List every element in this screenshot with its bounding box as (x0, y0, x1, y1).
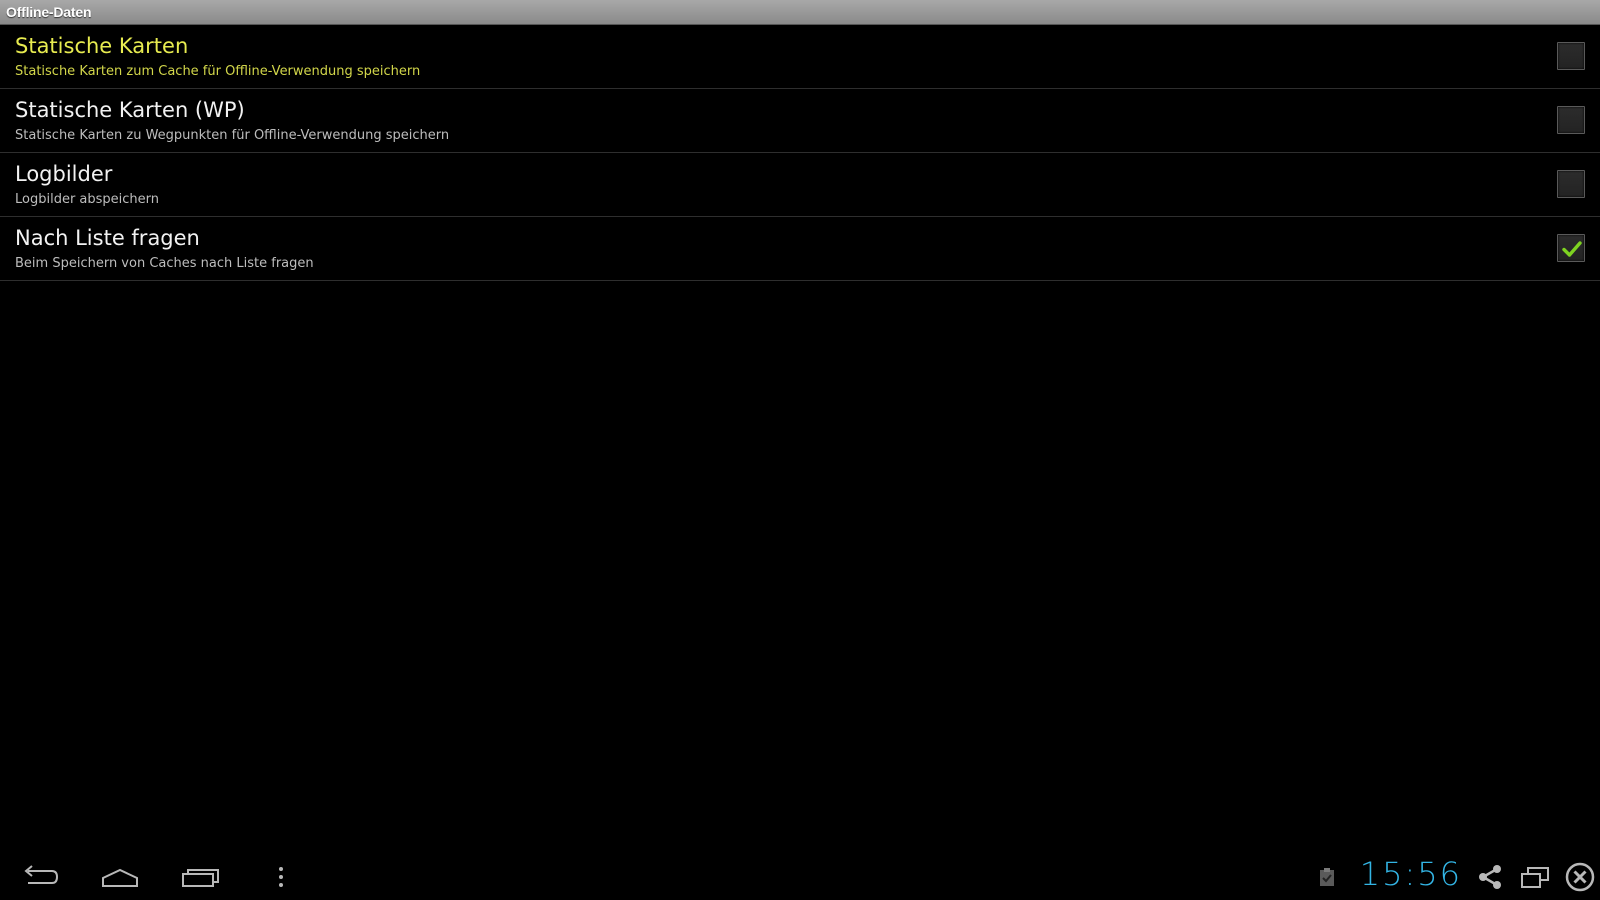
pref-item-static-maps-waypoints[interactable]: Statische Karten (WP) Statische Karten z… (0, 89, 1600, 153)
status-clock: 15:56 (1359, 855, 1462, 893)
close-circle-icon (1565, 862, 1595, 892)
window-title: Offline-Daten (6, 4, 92, 20)
pref-summary: Statische Karten zu Wegpunkten für Offli… (15, 128, 450, 143)
title-bar: Offline-Daten (0, 0, 1600, 25)
back-button[interactable] (12, 860, 68, 894)
pref-title: Nach Liste fragen (15, 226, 200, 250)
menu-overflow-icon (279, 867, 283, 887)
pref-summary: Beim Speichern von Caches nach Liste fra… (15, 256, 314, 271)
static-maps-checkbox[interactable] (1557, 42, 1585, 70)
home-button[interactable] (92, 860, 148, 894)
pref-summary: Logbilder abspeichern (15, 192, 160, 207)
pref-title: Statische Karten (WP) (15, 98, 245, 122)
close-app-button[interactable] (1565, 862, 1595, 892)
pref-title: Logbilder (15, 162, 113, 186)
recent-apps-icon (182, 869, 219, 887)
checkmark-icon (1562, 241, 1582, 257)
ask-for-list-checkbox[interactable] (1557, 234, 1585, 262)
static-maps-waypoints-checkbox[interactable] (1557, 106, 1585, 134)
preferences-list: Statische Karten Statische Karten zum Ca… (0, 25, 1600, 281)
recent-apps-button[interactable] (172, 860, 228, 894)
pref-title: Statische Karten (15, 34, 189, 58)
back-icon (24, 865, 59, 884)
window-resize-icon (1521, 867, 1549, 888)
log-images-checkbox[interactable] (1557, 170, 1585, 198)
pref-item-static-maps[interactable]: Statische Karten Statische Karten zum Ca… (0, 25, 1600, 89)
pref-summary: Statische Karten zum Cache für Offline-V… (15, 64, 421, 79)
notification-clipboard[interactable] (1312, 862, 1342, 892)
pref-item-ask-for-list[interactable]: Nach Liste fragen Beim Speichern von Cac… (0, 217, 1600, 281)
home-icon (102, 868, 138, 887)
window-resize-button[interactable] (1520, 862, 1550, 892)
clipboard-check-icon (1320, 868, 1334, 886)
menu-overflow-button[interactable] (253, 860, 309, 894)
pref-item-log-images[interactable]: Logbilder Logbilder abspeichern (0, 153, 1600, 217)
share-icon (1479, 865, 1501, 889)
system-navigation-bar: 15:56 (0, 852, 1600, 900)
share-button[interactable] (1475, 862, 1505, 892)
